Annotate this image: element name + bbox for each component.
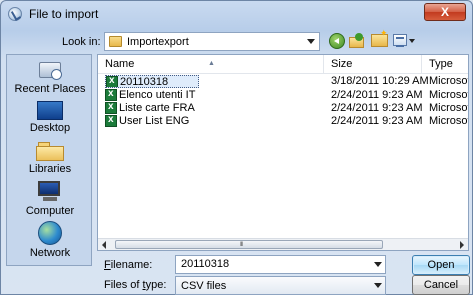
network-icon bbox=[38, 221, 62, 245]
libraries-icon bbox=[36, 141, 64, 161]
place-computer[interactable]: Computer bbox=[7, 181, 93, 217]
excel-file-icon bbox=[105, 115, 117, 127]
file-name: 20110318 bbox=[120, 76, 169, 88]
file-type-cell: Microsoft bbox=[429, 89, 468, 101]
excel-file-icon bbox=[106, 76, 118, 87]
column-header-label: Type bbox=[429, 58, 453, 70]
chevron-down-icon[interactable] bbox=[374, 262, 382, 267]
recent-places-icon bbox=[37, 59, 63, 81]
file-name: Liste carte FRA bbox=[119, 102, 195, 114]
close-button[interactable]: X bbox=[424, 3, 466, 21]
title-bar[interactable]: File to import X bbox=[1, 1, 472, 27]
place-recent-places[interactable]: Recent Places bbox=[7, 59, 93, 95]
computer-icon bbox=[35, 181, 65, 203]
column-header-type[interactable]: Type bbox=[422, 55, 468, 73]
file-type-cell: Microsoft bbox=[429, 75, 468, 87]
horizontal-scrollbar[interactable]: III bbox=[98, 238, 468, 250]
file-dialog-window: File to import X Look in: Importexport R… bbox=[0, 0, 473, 295]
scrollbar-thumb[interactable]: III bbox=[115, 240, 383, 249]
excel-file-icon bbox=[105, 102, 117, 114]
chevron-down-icon[interactable] bbox=[374, 283, 382, 288]
views-dropdown-arrow-icon[interactable] bbox=[409, 39, 415, 43]
file-size-cell: 2/24/2011 9:23 AM bbox=[331, 102, 423, 114]
column-header-label: Name bbox=[105, 58, 135, 70]
look-in-label: Look in: bbox=[62, 36, 101, 48]
place-label: Computer bbox=[25, 205, 75, 217]
sort-ascending-icon: ▲ bbox=[208, 60, 215, 67]
header-divider bbox=[98, 73, 468, 74]
chevron-down-icon[interactable] bbox=[307, 39, 315, 44]
place-label: Desktop bbox=[29, 122, 71, 134]
file-name: Elenco utenti IT bbox=[119, 89, 196, 101]
file-list[interactable]: Name ▲ Size Type 20110318 3/18/2011 10:2… bbox=[97, 54, 469, 251]
file-size-cell: 2/24/2011 9:23 AM bbox=[331, 115, 423, 127]
window-title: File to import bbox=[29, 7, 99, 21]
column-header-size[interactable]: Size bbox=[324, 55, 422, 73]
file-size-cell: 2/24/2011 9:23 AM bbox=[331, 89, 423, 101]
file-name: User List ENG bbox=[119, 115, 190, 127]
filename-input[interactable]: 20110318 bbox=[175, 255, 386, 274]
file-type-cell: Microsoft bbox=[429, 115, 468, 127]
file-name-cell[interactable]: Liste carte FRA bbox=[105, 102, 199, 115]
navigation-toolbar bbox=[329, 28, 469, 51]
column-header-name[interactable]: Name ▲ bbox=[98, 55, 324, 73]
views-menu-icon[interactable] bbox=[393, 34, 407, 47]
table-row[interactable]: User List ENG 2/24/2011 9:23 AM Microsof… bbox=[98, 115, 468, 128]
scroll-right-icon[interactable] bbox=[460, 241, 464, 249]
desktop-icon bbox=[37, 101, 63, 120]
cancel-button[interactable]: Cancel bbox=[412, 275, 470, 295]
new-folder-icon[interactable] bbox=[371, 28, 388, 47]
table-row[interactable]: Liste carte FRA 2/24/2011 9:23 AM Micros… bbox=[98, 102, 468, 115]
file-name-cell[interactable]: User List ENG bbox=[105, 115, 199, 128]
place-network[interactable]: Network bbox=[7, 221, 93, 259]
table-row[interactable]: 20110318 3/18/2011 10:29 AM Microsoft bbox=[98, 75, 468, 88]
file-type-cell: Microsoft bbox=[429, 102, 468, 114]
open-button[interactable]: Open bbox=[412, 255, 470, 275]
file-name-cell[interactable]: 20110318 bbox=[105, 75, 199, 88]
file-name-cell[interactable]: Elenco utenti IT bbox=[105, 89, 199, 102]
file-type-select[interactable]: CSV files bbox=[175, 276, 386, 295]
file-size-cell: 3/18/2011 10:29 AM bbox=[331, 75, 429, 87]
app-icon bbox=[8, 7, 22, 21]
column-header-label: Size bbox=[331, 58, 353, 70]
place-desktop[interactable]: Desktop bbox=[7, 101, 93, 134]
place-label: Network bbox=[29, 247, 71, 259]
up-one-level-icon[interactable] bbox=[349, 33, 366, 48]
filename-label: Filename: bbox=[104, 259, 153, 271]
look-in-value: Importexport bbox=[127, 36, 189, 48]
back-icon[interactable] bbox=[329, 33, 345, 49]
folder-icon bbox=[109, 36, 122, 47]
place-label: Libraries bbox=[28, 163, 72, 175]
look-in-dropdown[interactable]: Importexport bbox=[104, 32, 320, 51]
file-type-label: Files of type: bbox=[104, 279, 167, 291]
place-label: Recent Places bbox=[14, 83, 86, 95]
excel-file-icon bbox=[105, 89, 117, 101]
table-row[interactable]: Elenco utenti IT 2/24/2011 9:23 AM Micro… bbox=[98, 89, 468, 102]
place-libraries[interactable]: Libraries bbox=[7, 141, 93, 175]
places-bar: Recent Places Desktop Libraries Computer… bbox=[6, 54, 92, 266]
scrollbar-grip-icon: III bbox=[240, 242, 243, 248]
scroll-left-icon[interactable] bbox=[102, 241, 106, 249]
